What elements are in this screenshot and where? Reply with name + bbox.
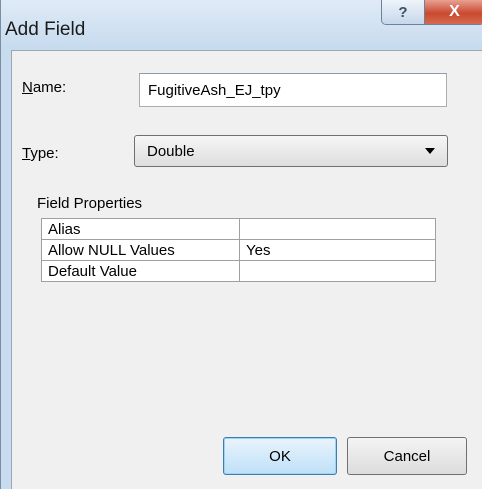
type-label-rest: ype:	[30, 145, 59, 162]
property-value[interactable]	[239, 218, 436, 240]
table-row[interactable]: Default Value	[41, 260, 436, 282]
title-bar[interactable]: Add Field ? X	[1, 0, 482, 50]
type-dropdown[interactable]: Double	[134, 135, 448, 167]
field-properties-grid: Alias Allow NULL Values Yes Default Valu…	[41, 218, 436, 282]
help-icon: ?	[398, 3, 408, 21]
ok-button[interactable]: OK	[223, 437, 337, 475]
close-button[interactable]: X	[425, 0, 482, 24]
add-field-dialog: Add Field ? X Name: Type: Double Field P…	[0, 0, 482, 489]
type-selected-value: Double	[147, 143, 195, 160]
caption-buttons: ? X	[381, 0, 482, 25]
close-icon: X	[449, 3, 460, 20]
property-value[interactable]	[239, 260, 436, 282]
chevron-down-icon[interactable]	[425, 148, 435, 154]
table-row[interactable]: Allow NULL Values Yes	[41, 239, 436, 261]
name-label-mnemonic: N	[22, 79, 33, 96]
type-label: Type:	[22, 145, 59, 162]
property-name: Allow NULL Values	[41, 239, 240, 261]
cancel-button[interactable]: Cancel	[347, 437, 467, 475]
name-input[interactable]	[139, 73, 447, 107]
window-title: Add Field	[5, 19, 86, 40]
property-name: Default Value	[41, 260, 240, 282]
field-properties-title: Field Properties	[37, 195, 143, 212]
dialog-body: Name: Type: Double Field Properties Alia…	[11, 50, 482, 489]
table-row[interactable]: Alias	[41, 218, 436, 240]
name-label-rest: ame:	[32, 79, 67, 96]
name-label: Name:	[22, 79, 66, 96]
help-button[interactable]: ?	[382, 0, 425, 24]
property-name: Alias	[41, 218, 240, 240]
property-value[interactable]: Yes	[239, 239, 436, 261]
